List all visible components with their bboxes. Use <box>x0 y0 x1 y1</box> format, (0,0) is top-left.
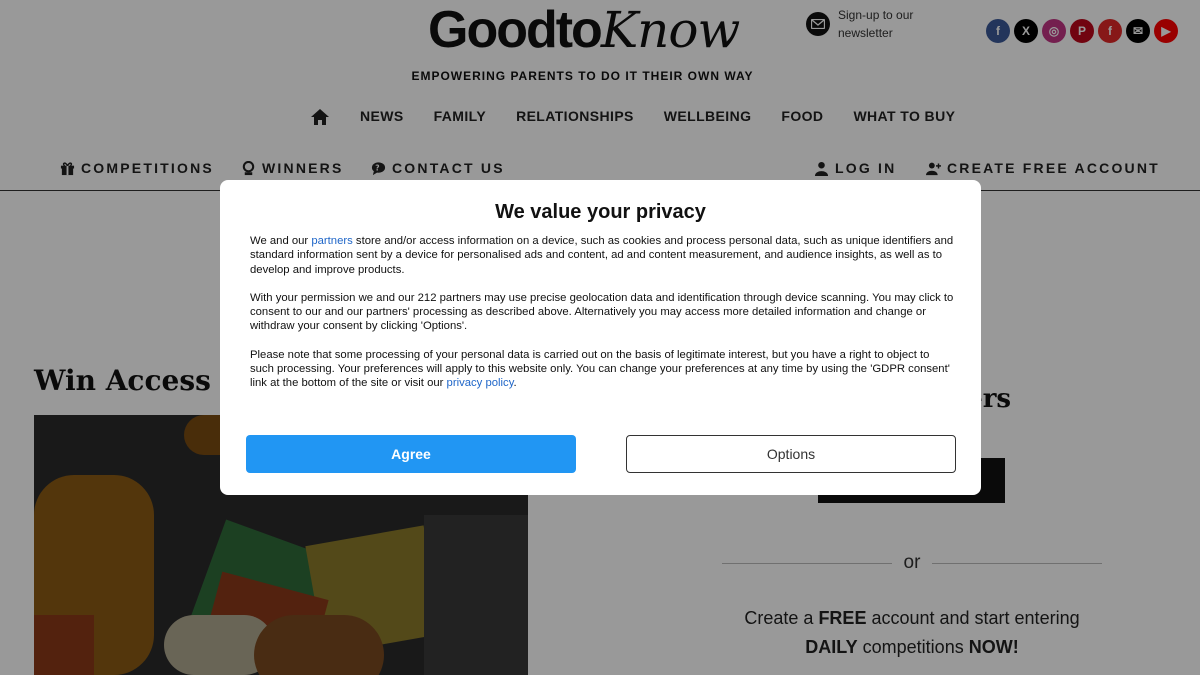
dialog-body: We and our partners store and/or access … <box>250 234 955 405</box>
options-button[interactable]: Options <box>626 435 956 473</box>
dialog-paragraph-1: We and our partners store and/or access … <box>250 234 955 277</box>
privacy-policy-link[interactable]: privacy policy <box>447 377 514 389</box>
dialog-text: We and our <box>250 235 312 247</box>
dialog-text: store and/or access information on a dev… <box>250 235 954 276</box>
dialog-title: We value your privacy <box>495 201 706 223</box>
dialog-paragraph-3: Please note that some processing of your… <box>250 348 955 391</box>
dialog-text: Please note that some processing of your… <box>250 348 950 390</box>
privacy-consent-dialog: We value your privacy We and our partner… <box>220 180 981 495</box>
agree-button[interactable]: Agree <box>246 435 576 473</box>
dialog-text: . <box>513 377 517 390</box>
dialog-paragraph-2: With your permission we and our 212 part… <box>250 291 954 333</box>
partners-link[interactable]: partners <box>311 235 352 247</box>
